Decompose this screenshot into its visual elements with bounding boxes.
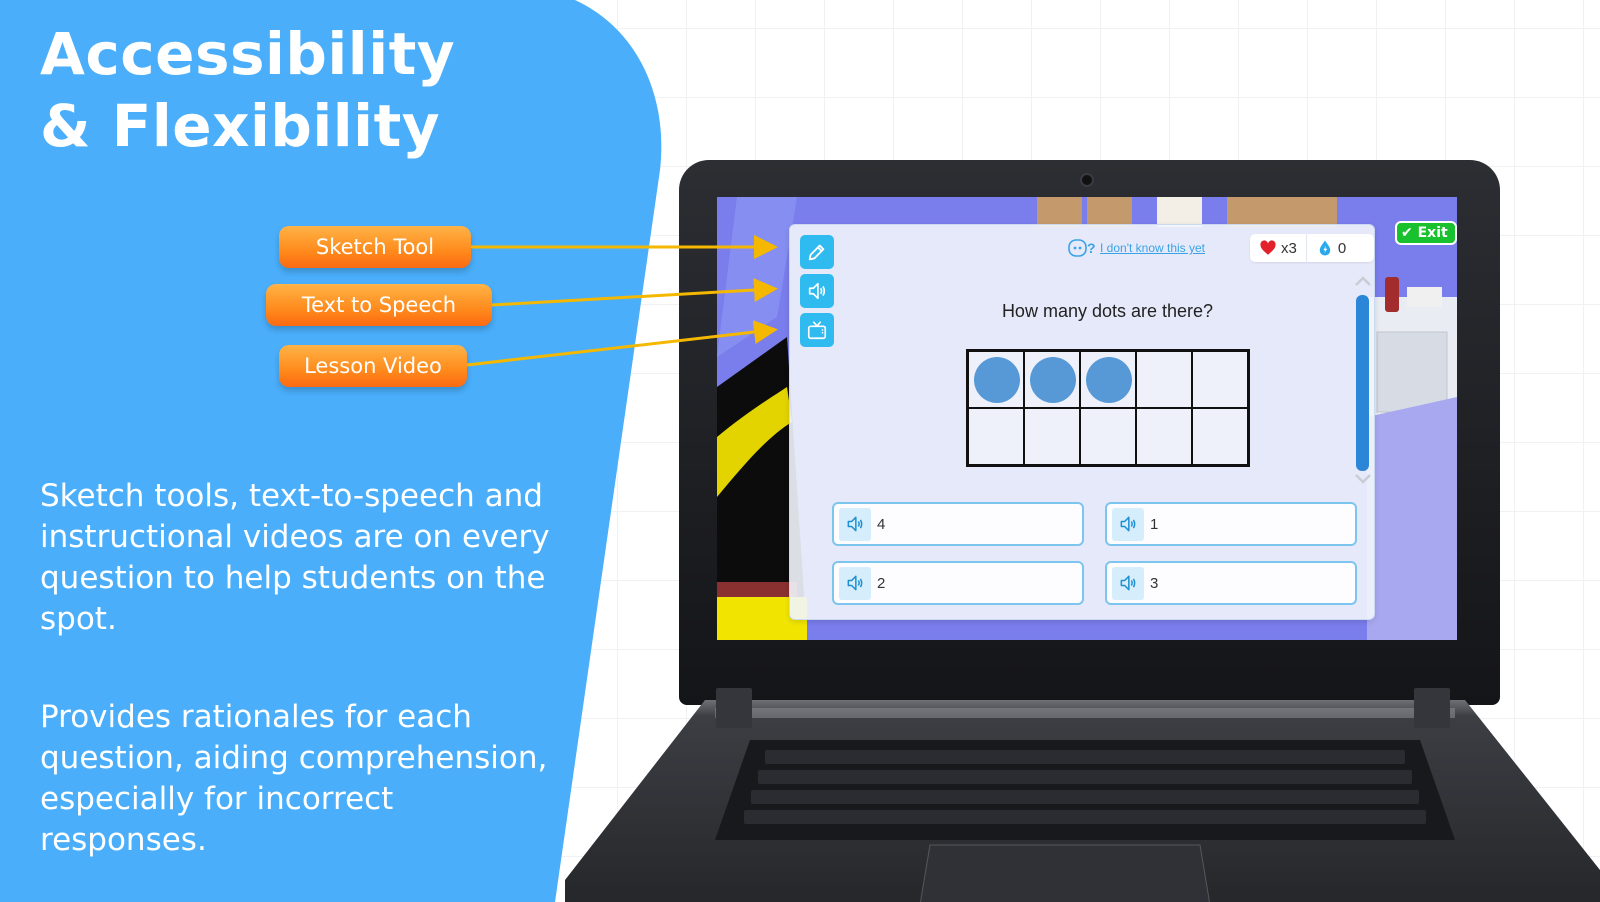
answer-option[interactable]: 2 xyxy=(832,561,1084,605)
stats-panel: x3 0 xyxy=(1250,234,1374,262)
ten-frame-cell xyxy=(1192,351,1248,408)
laptop-hinge-right xyxy=(1414,688,1450,728)
heart-icon xyxy=(1260,240,1276,255)
headline-line-2: & Flexibility xyxy=(40,92,441,160)
ten-frame-cell xyxy=(1024,408,1080,465)
ten-frame-cell xyxy=(968,408,1024,465)
tv-icon xyxy=(807,321,827,340)
answer-label: 3 xyxy=(1150,574,1159,592)
sketch-tool-button[interactable] xyxy=(800,235,834,269)
ten-frame-cell xyxy=(968,351,1024,408)
scroll-down-icon[interactable] xyxy=(1354,473,1372,485)
callout-sketch-tool: Sketch Tool xyxy=(279,226,471,268)
energy-value: 0 xyxy=(1337,239,1347,257)
headline-line-1: Accessibility xyxy=(40,20,456,88)
description-paragraph-2: Provides rationales for each question, a… xyxy=(40,699,548,858)
exit-button[interactable]: ✔ Exit xyxy=(1395,221,1457,245)
game-screen: ✔ Exit ? I don't know this yet x3 0 How … xyxy=(717,197,1457,640)
answer-label: 2 xyxy=(877,574,886,592)
speaker-icon xyxy=(847,575,863,591)
counter-dot xyxy=(1086,357,1132,403)
callout-text-to-speech: Text to Speech xyxy=(266,284,492,326)
slide-headline: Accessibility & Flexibility xyxy=(40,18,455,162)
answer-label: 1 xyxy=(1150,515,1159,533)
speaker-icon xyxy=(1120,516,1136,532)
scrollbar-thumb[interactable] xyxy=(1356,295,1369,471)
svg-text:?: ? xyxy=(1087,240,1096,256)
ten-frame-cell xyxy=(1136,408,1192,465)
answer-speaker-button[interactable] xyxy=(1112,566,1144,600)
confused-face-icon: ? xyxy=(1068,239,1096,257)
laptop-base xyxy=(565,700,1600,902)
question-card: ? I don't know this yet x3 0 How many do… xyxy=(789,224,1375,620)
scroll-up-icon[interactable] xyxy=(1354,275,1372,287)
answer-option[interactable]: 3 xyxy=(1105,561,1357,605)
counter-dot xyxy=(1030,357,1076,403)
energy-drop-icon xyxy=(1319,240,1331,256)
question-text: How many dots are there? xyxy=(1001,301,1214,321)
speaker-icon xyxy=(1120,575,1136,591)
answer-speaker-button[interactable] xyxy=(839,507,871,541)
answer-speaker-button[interactable] xyxy=(839,566,871,600)
energy-counter: 0 xyxy=(1305,234,1355,262)
dont-know-label[interactable]: I don't know this yet xyxy=(1100,241,1205,255)
ten-frame-cell xyxy=(1024,351,1080,408)
pencil-icon xyxy=(808,244,825,261)
counter-dot xyxy=(974,357,1020,403)
webcam-icon xyxy=(1080,173,1094,187)
ten-frame-cell xyxy=(1080,408,1136,465)
lives-counter: x3 xyxy=(1250,234,1306,262)
description-paragraph-1: Sketch tools, text-to-speech and instruc… xyxy=(40,478,550,637)
dont-know-link[interactable]: ? I don't know this yet xyxy=(1068,238,1205,258)
callout-lesson-video: Lesson Video xyxy=(279,345,467,387)
speaker-icon xyxy=(847,516,863,532)
ten-frame-cell xyxy=(1192,408,1248,465)
answer-option[interactable]: 4 xyxy=(832,502,1084,546)
speaker-icon xyxy=(808,282,826,300)
laptop-hinge-left xyxy=(716,688,752,728)
ten-frame-cell xyxy=(1136,351,1192,408)
ten-frame-cell xyxy=(1080,351,1136,408)
answer-label: 4 xyxy=(877,515,886,533)
lives-value: x3 xyxy=(1281,239,1297,257)
answer-option[interactable]: 1 xyxy=(1105,502,1357,546)
answer-speaker-button[interactable] xyxy=(1112,507,1144,541)
ten-frame xyxy=(966,349,1250,467)
